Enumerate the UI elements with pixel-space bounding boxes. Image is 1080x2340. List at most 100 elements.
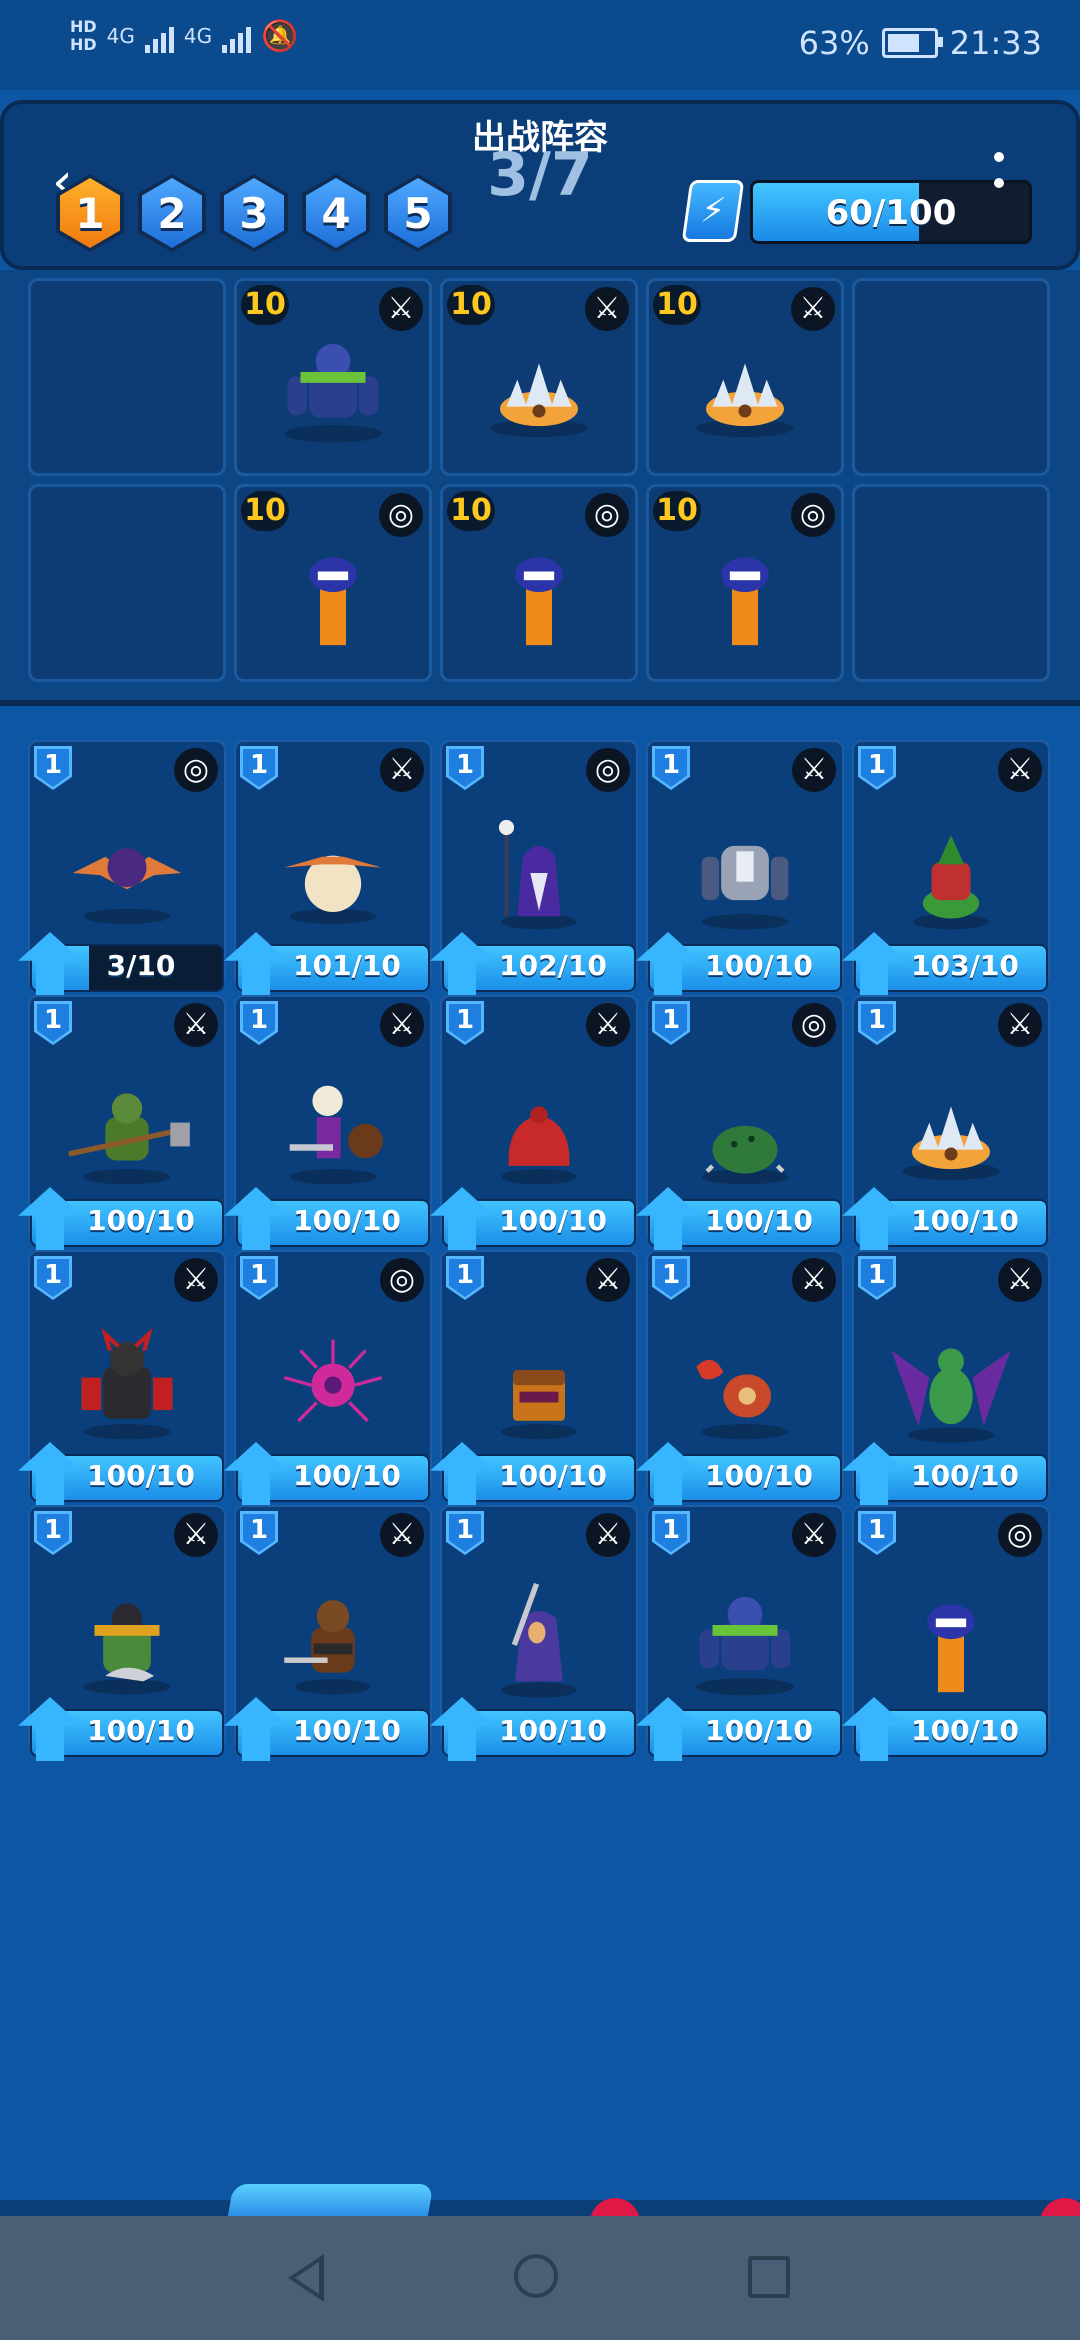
bottom-tab-strip	[0, 2200, 1080, 2216]
sword-icon: ⚔	[174, 1513, 218, 1557]
card-progress-text: 101/10	[293, 949, 401, 982]
monster-sandworm	[876, 1573, 1026, 1707]
sword-icon: ⚔	[586, 1258, 630, 1302]
lineup-cell[interactable]: 10 ◎	[646, 484, 844, 682]
level-shield: 1	[446, 1511, 484, 1555]
monster-turtle	[670, 1063, 820, 1197]
monster-green-plant	[876, 808, 1026, 942]
sword-icon: ⚔	[792, 1258, 836, 1302]
level-shield: 1	[858, 1001, 896, 1045]
monster-sandworm	[258, 526, 408, 660]
lineup-cell[interactable]: 10 ◎	[440, 484, 638, 682]
lineup-cell[interactable]: 10 ◎	[234, 484, 432, 682]
level-shield: 1	[34, 1511, 72, 1555]
monster-card[interactable]: 1 ⚔ 100/10	[842, 995, 1050, 1251]
level-shield: 1	[240, 1001, 278, 1045]
monster-card[interactable]: 1 ⚔ 100/10	[224, 1505, 432, 1761]
lineup-cell[interactable]	[852, 278, 1050, 476]
network-type-2: 4G	[183, 24, 213, 48]
sword-icon: ⚔	[998, 1003, 1042, 1047]
card-progress-text: 102/10	[499, 949, 607, 982]
level-shield: 1	[34, 746, 72, 790]
target-icon: ◎	[174, 748, 218, 792]
lineup-cell[interactable]	[852, 484, 1050, 682]
lineup-cell[interactable]	[28, 484, 226, 682]
monster-card[interactable]: 1 ⚔ 103/10	[842, 740, 1050, 996]
level-shield: 1	[858, 746, 896, 790]
system-nav-bar	[0, 2216, 1080, 2340]
energy-bar: 60/100	[750, 180, 1032, 244]
monster-sandworm	[670, 526, 820, 660]
lineup-cell[interactable]: 10 ⚔	[234, 278, 432, 476]
monster-card[interactable]: 1 ⚔ 100/10	[18, 1250, 226, 1506]
nav-back-icon[interactable]	[288, 2254, 324, 2302]
nav-home-icon[interactable]	[514, 2254, 558, 2298]
target-icon: ◎	[792, 1003, 836, 1047]
target-icon: ◎	[586, 748, 630, 792]
monster-bear-warrior	[258, 1573, 408, 1707]
sword-icon: ⚔	[792, 748, 836, 792]
card-progress-text: 100/10	[499, 1714, 607, 1747]
monster-red-slime	[464, 1063, 614, 1197]
card-progress-text: 100/10	[705, 1714, 813, 1747]
monster-card[interactable]: 1 ⚔ 100/10	[636, 1250, 844, 1506]
monster-card[interactable]: 1 ⚔ 100/10	[430, 1505, 638, 1761]
monster-card[interactable]: 1 ⚔ 101/10	[224, 740, 432, 996]
card-progress-text: 100/10	[911, 1459, 1019, 1492]
level-shield: 1	[34, 1001, 72, 1045]
lineup-cell[interactable]: 10 ⚔	[440, 278, 638, 476]
level-shield: 1	[652, 746, 690, 790]
card-progress-text: 100/10	[499, 1204, 607, 1237]
monster-card[interactable]: 1 ◎ 100/10	[842, 1505, 1050, 1761]
card-progress-text: 100/10	[293, 1714, 401, 1747]
monster-card[interactable]: 1 ◎ 3/10	[18, 740, 226, 996]
monster-card[interactable]: 1 ◎ 102/10	[430, 740, 638, 996]
more-options-icon[interactable]	[994, 152, 1004, 204]
card-progress-text: 100/10	[293, 1459, 401, 1492]
target-icon: ◎	[380, 1258, 424, 1302]
card-progress-text: 100/10	[705, 1459, 813, 1492]
battle-lineup: 10 ⚔ 10 ⚔ 10 ⚔ 10 ◎ 10 ◎ 10 ◎	[0, 270, 1080, 706]
level-shield: 1	[652, 1001, 690, 1045]
battery-percent: 63%	[798, 24, 870, 62]
monster-card[interactable]: 1 ⚔ 100/10	[430, 1250, 638, 1506]
lineup-grid: 10 ⚔ 10 ⚔ 10 ⚔ 10 ◎ 10 ◎ 10 ◎	[28, 278, 1050, 682]
monster-orc	[52, 1063, 202, 1197]
energy-card-icon: ⚡	[681, 180, 745, 242]
monster-card[interactable]: 1 ⚔ 100/10	[636, 1505, 844, 1761]
card-progress-text: 100/10	[499, 1459, 607, 1492]
status-right: 63% 21:33	[799, 24, 1042, 62]
monster-collection: 1 ◎ 3/10 1 ⚔ 101/10 1 ◎ 102/10 1 ⚔ 100/10 1 ⚔ 103/10 1 ⚔…	[18, 740, 1050, 1761]
level-shield: 1	[446, 1256, 484, 1300]
lineup-cell[interactable]: 10 ⚔	[646, 278, 844, 476]
sword-icon: ⚔	[174, 1003, 218, 1047]
level-shield: 1	[652, 1511, 690, 1555]
monster-card[interactable]: 1 ⚔ 100/10	[18, 995, 226, 1251]
lineup-cell[interactable]	[28, 278, 226, 476]
energy-text: 60/100	[825, 193, 957, 233]
card-progress-text: 100/10	[705, 1204, 813, 1237]
level-shield: 1	[240, 1256, 278, 1300]
card-progress-text: 100/10	[87, 1714, 195, 1747]
target-icon: ◎	[998, 1513, 1042, 1557]
monster-armored-orc	[52, 1573, 202, 1707]
level-shield: 1	[240, 1511, 278, 1555]
monster-card[interactable]: 1 ◎ 100/10	[636, 995, 844, 1251]
level-shield: 1	[34, 1256, 72, 1300]
monster-card[interactable]: 1 ⚔ 100/10	[18, 1505, 226, 1761]
card-progress-text: 100/10	[911, 1714, 1019, 1747]
level-shield: 1	[446, 746, 484, 790]
sword-icon: ⚔	[586, 1003, 630, 1047]
monster-card[interactable]: 1 ◎ 100/10	[224, 1250, 432, 1506]
sword-icon: ⚔	[586, 1513, 630, 1557]
monster-card[interactable]: 1 ⚔ 100/10	[636, 740, 844, 996]
level-shield: 1	[652, 1256, 690, 1300]
monster-card[interactable]: 1 ⚔ 100/10	[224, 995, 432, 1251]
monster-eye-orb	[258, 1318, 408, 1452]
nav-recents-icon[interactable]	[748, 2256, 790, 2298]
monster-card[interactable]: 1 ⚔ 100/10	[430, 995, 638, 1251]
monster-card[interactable]: 1 ⚔ 100/10	[842, 1250, 1050, 1506]
monster-spiked-shell	[670, 320, 820, 454]
monster-crab	[670, 1318, 820, 1452]
card-progress-text: 100/10	[293, 1204, 401, 1237]
